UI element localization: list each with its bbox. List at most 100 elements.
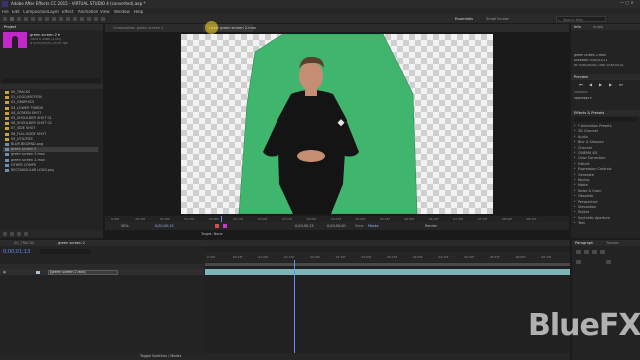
justify-icon[interactable]	[600, 250, 605, 254]
timeline-search-input[interactable]	[40, 249, 90, 254]
project-footer	[0, 230, 103, 238]
next-frame-icon[interactable]: ▶	[609, 82, 612, 87]
render-button[interactable]	[215, 224, 219, 228]
effect-category[interactable]: Color Correction	[574, 156, 636, 161]
ruler-tick-label: 08:15f	[526, 217, 537, 221]
zoom-tool-icon[interactable]	[24, 17, 28, 21]
viewer-canvas[interactable]	[181, 34, 493, 214]
align-right-icon[interactable]	[592, 250, 597, 254]
tab-preview[interactable]: Preview	[574, 75, 588, 79]
effect-category[interactable]: Distort	[574, 162, 636, 167]
effect-category[interactable]: Audio	[574, 135, 636, 140]
ruler-tick-label: 03:15f	[282, 217, 292, 221]
color-channel-icon[interactable]	[223, 224, 227, 228]
workspace-essentials[interactable]: Essentials	[455, 17, 473, 21]
tab-effects-presets[interactable]: Effects & Presets	[574, 111, 604, 115]
visibility-icon[interactable]: ◉	[3, 270, 6, 274]
layer-duration-bar[interactable]	[205, 269, 570, 275]
new-comp-icon[interactable]	[17, 232, 21, 236]
in-point[interactable]: 0;00;00;13	[295, 224, 314, 228]
camera-tool-icon[interactable]	[38, 17, 42, 21]
ruler-tick-label: 06:00f	[404, 217, 415, 221]
workspace-small-screen[interactable]: Small Screen	[486, 17, 509, 21]
ruler-tick-label: 05:15f	[379, 217, 390, 221]
tab-green-screen-2[interactable]: green screen 2	[58, 241, 85, 245]
align-center-icon[interactable]	[584, 250, 589, 254]
effect-category[interactable]: 3D Channel	[574, 129, 636, 134]
info-line-2: Duration: 0;00;03;21	[574, 59, 608, 62]
project-search-input[interactable]	[3, 78, 100, 83]
view-select[interactable]: Masks	[368, 224, 379, 228]
effect-category[interactable]: Perspective	[574, 200, 636, 205]
effect-category-label: Generate	[578, 172, 594, 177]
tab-project[interactable]: Project	[4, 25, 16, 29]
eraser-tool-icon[interactable]	[87, 17, 91, 21]
puppet-tool-icon[interactable]	[101, 17, 105, 21]
timeline-playhead[interactable]	[294, 260, 295, 354]
current-time[interactable]: 0;00;00;13	[155, 224, 174, 228]
pan-behind-tool-icon[interactable]	[45, 17, 49, 21]
mask-tool-icon[interactable]	[52, 17, 56, 21]
toggle-switches-modes[interactable]: Toggle Switches / Modes	[140, 354, 181, 358]
magnification-select[interactable]: 50%	[121, 224, 129, 228]
ruler-tick-label: 04:15f	[438, 255, 449, 259]
effect-category[interactable]: Keying	[574, 178, 636, 183]
effect-category[interactable]: Matte	[574, 183, 636, 188]
effect-category[interactable]: Simulation	[574, 205, 636, 210]
rotate-tool-icon[interactable]	[31, 17, 35, 21]
project-item[interactable]: RECTANGULAR LOGO.png	[3, 168, 98, 173]
work-area-bar[interactable]	[205, 263, 570, 266]
ruler-tick-label: 01:00f	[159, 217, 170, 221]
effect-category[interactable]: Noise & Grain	[574, 189, 636, 194]
selection-tool-icon[interactable]	[10, 17, 14, 21]
tab-info[interactable]: Info	[574, 25, 581, 29]
effect-category[interactable]: Generate	[574, 173, 636, 178]
layer-row[interactable]: ◉ [green screen 2.mov]	[0, 269, 204, 275]
effects-search-input[interactable]	[574, 117, 637, 122]
project-item-label: RECTANGULAR LOGO.png	[11, 168, 55, 172]
interpret-footage-icon[interactable]	[3, 232, 7, 236]
shortcut-select[interactable]: Spacebar ▾	[574, 97, 592, 101]
play-icon[interactable]: ▶	[599, 82, 602, 87]
indent-right-icon[interactable]	[606, 260, 611, 264]
effect-category[interactable]: Channel	[574, 146, 636, 151]
timeline-timecode[interactable]: 0;00;01;13	[3, 249, 30, 255]
new-folder-icon[interactable]	[10, 232, 14, 236]
tab-tracker[interactable]: Tracker	[606, 241, 619, 245]
ruler-tick-label: 0:00f	[207, 255, 215, 259]
brush-tool-icon[interactable]	[73, 17, 77, 21]
effect-category[interactable]: Synthetic Aperture	[574, 216, 636, 221]
timeline-ruler: 0:00f 00:15f 01:00f 01:15f 02:00f 02:15f 03:00…	[205, 252, 570, 262]
effect-category[interactable]: Obsolete	[574, 194, 636, 199]
tab-audio[interactable]: Audio	[593, 25, 603, 29]
roto-tool-icon[interactable]	[94, 17, 98, 21]
target-select[interactable]: Target: None	[201, 232, 223, 236]
render-checkbox[interactable]: Render	[425, 224, 437, 228]
first-frame-icon[interactable]: ⏮	[579, 82, 583, 87]
pen-tool-icon[interactable]	[59, 17, 63, 21]
layer-color-label	[36, 270, 40, 274]
type-tool-icon[interactable]	[66, 17, 70, 21]
effect-category-label: Blur & Sharpen	[578, 140, 604, 145]
clone-tool-icon[interactable]	[80, 17, 84, 21]
effect-category[interactable]: Blur & Sharpen	[574, 140, 636, 145]
last-frame-icon[interactable]: ⏭	[619, 82, 623, 87]
indent-left-icon[interactable]	[576, 260, 581, 264]
trash-icon[interactable]	[24, 232, 28, 236]
project-item-label: 01_LOGO/MOTION	[11, 95, 42, 100]
search-help-input[interactable]: Search Help ⌕	[556, 16, 606, 22]
tab-tracks[interactable]: 00_TRACKS	[14, 241, 34, 245]
project-item-label: green screen 2.mov	[11, 157, 45, 162]
effect-category[interactable]: * Animation Presets	[574, 124, 636, 129]
tab-paragraph[interactable]: Paragraph	[575, 241, 593, 245]
window-controls[interactable]: — ▢ ✕	[620, 0, 634, 6]
effect-category[interactable]: Stylize	[574, 210, 636, 215]
hand-tool-icon[interactable]	[17, 17, 21, 21]
effect-category[interactable]: Text	[574, 221, 636, 226]
effect-category[interactable]: Expression Controls	[574, 167, 636, 172]
tab-composition[interactable]: Composition green screen 2	[113, 26, 163, 30]
effect-category[interactable]: CINEMA 4D	[574, 151, 636, 156]
prev-frame-icon[interactable]: ◀	[589, 82, 592, 87]
align-left-icon[interactable]	[576, 250, 581, 254]
home-tool-icon[interactable]	[3, 17, 7, 21]
